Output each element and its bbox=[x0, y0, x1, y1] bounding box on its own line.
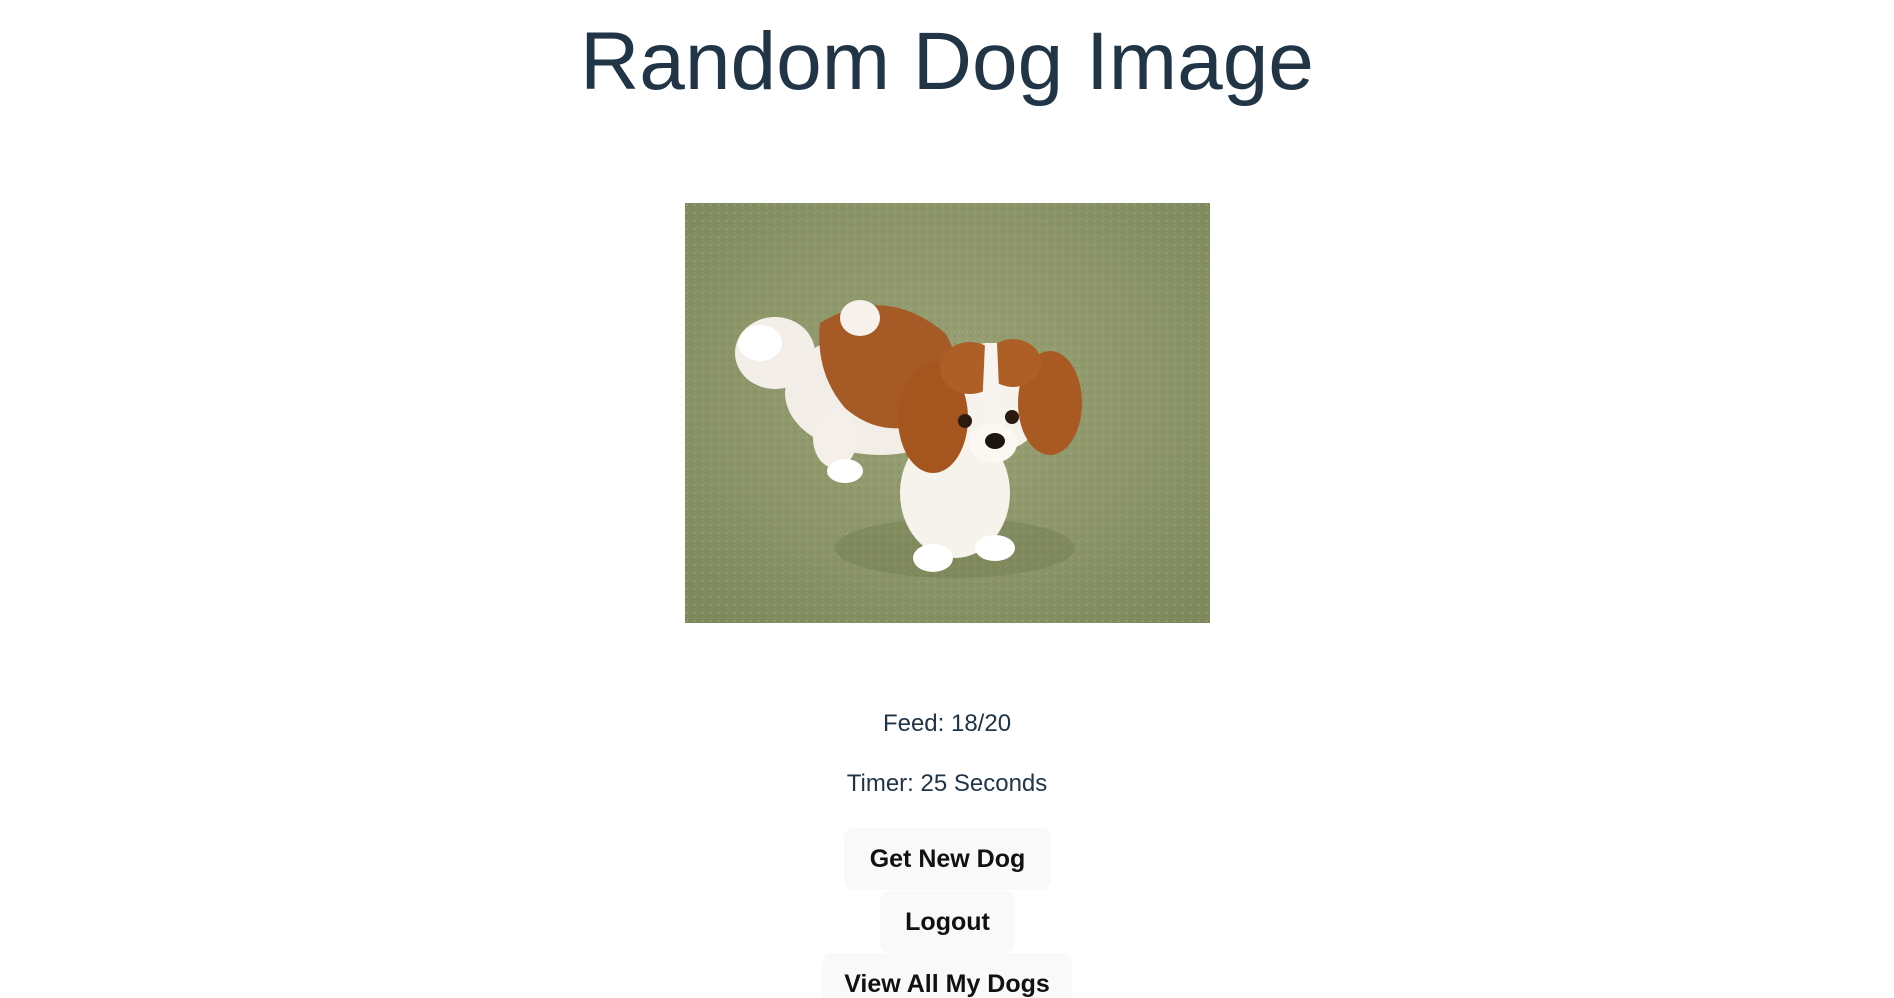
timer-text: Timer: 25 Seconds bbox=[846, 770, 1048, 797]
dog-photo-icon bbox=[685, 203, 1210, 623]
dog-image bbox=[685, 203, 1210, 623]
page: Random Dog Image Feed: 18/20 Timer: 25 S… bbox=[0, 0, 1894, 998]
get-new-dog-button[interactable]: Get New Dog bbox=[844, 828, 1051, 890]
page-title: Random Dog Image bbox=[580, 16, 1314, 107]
feed-counter: Feed: 18/20 bbox=[882, 710, 1012, 737]
view-all-dogs-button[interactable]: View All My Dogs bbox=[822, 953, 1072, 998]
logout-button[interactable]: Logout bbox=[880, 891, 1015, 953]
